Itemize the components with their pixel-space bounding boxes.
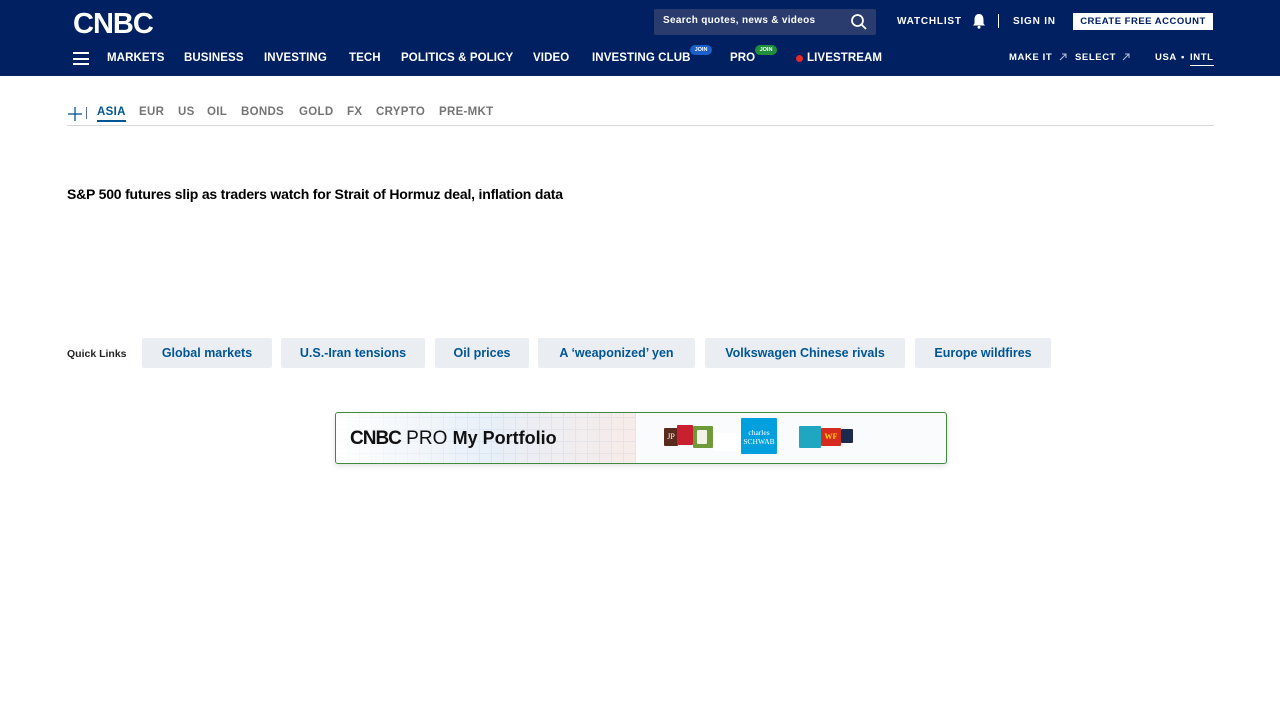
menu-icon[interactable] (73, 52, 89, 65)
headline-link[interactable]: S&P 500 futures slip as traders watch fo… (67, 186, 563, 202)
bank-logo-navy (841, 429, 853, 443)
pro-portfolio-banner[interactable]: CNBC PRO My Portfolio JP charles SCHWAB … (335, 412, 947, 464)
quick-link-volkswagen-chinese-rivals[interactable]: Volkswagen Chinese rivals (705, 338, 905, 368)
search-icon[interactable] (850, 13, 868, 31)
cnbc-logo[interactable]: CNBC (73, 8, 154, 41)
investing-club-join-badge[interactable]: JOIN (690, 45, 712, 55)
bank-logo-green-inner (697, 430, 707, 444)
quick-link-us-iran-tensions[interactable]: U.S.-Iran tensions (281, 338, 425, 368)
edition-separator: • (1181, 52, 1185, 63)
tab-crypto[interactable]: CRYPTO (376, 106, 425, 118)
nav-politics-policy[interactable]: POLITICS & POLICY (401, 52, 513, 64)
nav-pro[interactable]: PRO (730, 52, 755, 64)
wells-fargo-logo: WF (821, 428, 841, 446)
search-input[interactable] (663, 15, 843, 26)
promo-cnbc-text: CNBC (350, 428, 402, 449)
nav-markets[interactable]: MARKETS (107, 52, 165, 64)
nav-livestream[interactable]: LIVESTREAM (807, 52, 882, 64)
nav-investing-club[interactable]: INVESTING CLUB (592, 52, 691, 64)
select-link[interactable]: SELECT (1075, 52, 1116, 63)
search-box[interactable] (654, 9, 876, 35)
tab-separator (86, 107, 87, 119)
quick-link-europe-wildfires[interactable]: Europe wildfires (915, 338, 1051, 368)
edition-usa[interactable]: USA (1155, 52, 1177, 63)
live-dot-icon (796, 55, 803, 62)
tabs-divider (67, 125, 1214, 126)
pro-portfolio-logo: CNBC PRO My Portfolio (350, 428, 557, 450)
external-arrow-icon (1059, 53, 1067, 61)
tab-gold[interactable]: GOLD (299, 106, 333, 118)
tab-pre-mkt[interactable]: PRE-MKT (439, 106, 494, 118)
header-divider (998, 14, 999, 28)
bell-icon[interactable] (970, 12, 988, 30)
edition-intl[interactable]: INTL (1190, 52, 1214, 66)
tab-oil[interactable]: OIL (207, 106, 227, 118)
promo-pro-text: PRO (406, 428, 448, 449)
tab-bonds[interactable]: BONDS (241, 106, 284, 118)
quick-link-weaponized-yen[interactable]: A ‘weaponized’ yen (538, 338, 695, 368)
jpmorgan-logo: JP (664, 428, 678, 446)
tab-eur[interactable]: EUR (139, 106, 164, 118)
blank-tile (713, 433, 741, 451)
promo-title: My Portfolio (452, 428, 557, 448)
tab-us[interactable]: US (178, 106, 195, 118)
pro-join-badge[interactable]: JOIN (755, 45, 777, 55)
quick-links-label: Quick Links (67, 348, 127, 360)
watchlist-link[interactable]: WATCHLIST (897, 16, 962, 27)
tab-fx[interactable]: FX (347, 106, 362, 118)
sign-in-link[interactable]: SIGN IN (1013, 16, 1056, 27)
quick-link-global-markets[interactable]: Global markets (142, 338, 272, 368)
nav-video[interactable]: VIDEO (533, 52, 569, 64)
nav-tech[interactable]: TECH (349, 52, 381, 64)
make-it-link[interactable]: MAKE IT (1009, 52, 1052, 63)
charles-schwab-logo: charles SCHWAB (741, 418, 777, 454)
tab-asia[interactable]: ASIA (97, 106, 126, 122)
external-arrow-icon (1122, 53, 1130, 61)
bank-logo-red (677, 425, 693, 445)
create-account-button[interactable]: CREATE FREE ACCOUNT (1073, 13, 1213, 30)
plus-icon[interactable] (67, 106, 83, 122)
nav-business[interactable]: BUSINESS (184, 52, 244, 64)
quick-link-oil-prices[interactable]: Oil prices (435, 338, 529, 368)
site-header: CNBC WATCHLIST SIGN IN CREATE FREE ACCOU… (0, 0, 1280, 76)
nav-investing[interactable]: INVESTING (264, 52, 327, 64)
bank-logo-teal (799, 426, 821, 448)
